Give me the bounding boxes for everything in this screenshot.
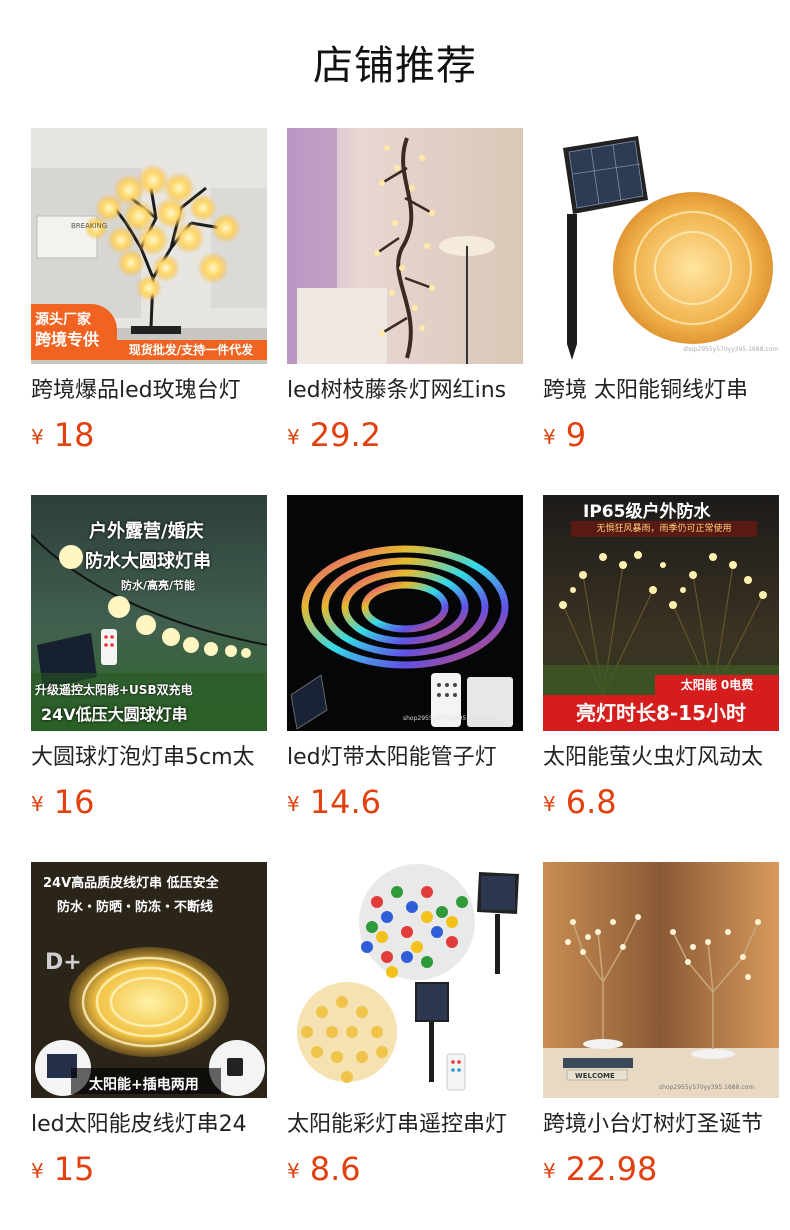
product-title[interactable]: 跨境 太阳能铜线灯串: [543, 374, 779, 408]
product-price: ¥14.6: [287, 783, 381, 821]
ip65-headline: IP65级户外防水: [583, 502, 711, 522]
product-price: ¥6.8: [543, 783, 617, 821]
currency-symbol: ¥: [543, 425, 556, 449]
product-title[interactable]: 跨境小台灯树灯圣诞节: [543, 1108, 779, 1142]
currency-symbol: ¥: [287, 1159, 300, 1183]
factory-badge: 源头厂家 跨境专供: [31, 304, 117, 360]
price-value: 14.6: [309, 783, 381, 821]
product-image-solar-copper-string[interactable]: shop2955y570yy395.1688.com: [543, 128, 779, 364]
promo-strip: 现货批发/支持一件代发: [115, 340, 267, 360]
product-title[interactable]: led树枝藤条灯网红ins: [287, 374, 523, 408]
solar-tag: 太阳能 0电费: [655, 675, 779, 695]
price-value: 8.6: [309, 1150, 361, 1188]
product-grid: 源头厂家 跨境专供 现货批发/支持一件代发 BREAKING 跨境爆品led玫瑰…: [31, 128, 779, 1229]
product-card[interactable]: led树枝藤条灯网红ins ¥29.2: [287, 128, 523, 495]
welcome-sign: WELCOME: [575, 1072, 615, 1080]
headline-2: 防水大圆球灯串: [85, 551, 211, 572]
product-card[interactable]: 太阳能彩灯串遥控串灯 ¥8.6: [287, 862, 523, 1229]
product-card[interactable]: WELCOME shop2955y570yy395.1688.com 跨境小台灯…: [543, 862, 779, 1229]
product-price: ¥29.2: [287, 416, 381, 454]
product-title[interactable]: led太阳能皮线灯串24: [31, 1108, 267, 1142]
product-price: ¥22.98: [543, 1150, 657, 1188]
product-image-rgb-tube-light[interactable]: shop2955y570yy395.1688.com: [287, 495, 523, 731]
product-card[interactable]: IP65级户外防水 无惧狂风暴雨，雨季仍可正常使用 太阳能 0电费 亮灯时长8-…: [543, 495, 779, 862]
product-card[interactable]: shop2955y570yy395.1688.com led灯带太阳能管子灯 ¥…: [287, 495, 523, 862]
product-card[interactable]: 源头厂家 跨境专供 现货批发/支持一件代发 BREAKING 跨境爆品led玫瑰…: [31, 128, 267, 495]
headline-1: 24V高品质皮线灯串 低压安全: [43, 876, 219, 891]
badge-bottom-text: 跨境专供: [35, 330, 100, 349]
product-price: ¥18: [31, 416, 94, 454]
product-title[interactable]: 跨境爆品led玫瑰台灯: [31, 374, 267, 408]
product-title[interactable]: 太阳能萤火虫灯风动太: [543, 741, 779, 775]
watermark: shop2955y570yy395.1688.com: [659, 1084, 755, 1091]
product-image-firefly-lights[interactable]: IP65级户外防水 无惧狂风暴雨，雨季仍可正常使用 太阳能 0电费 亮灯时长8-…: [543, 495, 779, 731]
currency-symbol: ¥: [543, 792, 556, 816]
product-image-solar-wire-string[interactable]: 24V高品质皮线灯串 低压安全 防水・防晒・防冻・不断线 D+ 太阳能+插电两用: [31, 862, 267, 1098]
product-price: ¥8.6: [287, 1150, 361, 1188]
badge-top-text: 源头厂家: [35, 312, 91, 328]
product-price: ¥9: [543, 416, 586, 454]
runtime-banner: 亮灯时长8-15小时: [543, 695, 779, 731]
product-title[interactable]: led灯带太阳能管子灯: [287, 741, 523, 775]
product-title[interactable]: 太阳能彩灯串遥控串灯: [287, 1108, 523, 1142]
product-image-tree-lamp[interactable]: WELCOME shop2955y570yy395.1688.com: [543, 862, 779, 1098]
watermark: shop2955y570yy395.1688.com: [403, 715, 499, 722]
product-card[interactable]: shop2955y570yy395.1688.com 跨境 太阳能铜线灯串 ¥9: [543, 128, 779, 495]
price-value: 15: [53, 1150, 95, 1188]
headline-3: 防水/高亮/节能: [121, 579, 196, 592]
background-sign: D+: [45, 950, 82, 975]
currency-symbol: ¥: [543, 1159, 556, 1183]
page-title: 店铺推荐: [313, 43, 477, 89]
currency-symbol: ¥: [31, 1159, 44, 1183]
product-card[interactable]: 24V高品质皮线灯串 低压安全 防水・防晒・防冻・不断线 D+ 太阳能+插电两用…: [31, 862, 267, 1229]
price-value: 9: [565, 416, 587, 454]
dual-power-label: 太阳能+插电两用: [89, 1077, 199, 1093]
watermark: shop2955y570yy395.1688.com: [683, 346, 779, 353]
product-image-colorful-solar-string[interactable]: [287, 862, 523, 1098]
product-price: ¥15: [31, 1150, 94, 1188]
currency-symbol: ¥: [287, 425, 300, 449]
headline-2: 防水・防晒・防冻・不断线: [57, 900, 214, 915]
ip65-subline: 无惧狂风暴雨，雨季仍可正常使用: [571, 521, 757, 537]
currency-symbol: ¥: [31, 425, 44, 449]
price-value: 18: [53, 416, 95, 454]
price-value: 6.8: [565, 783, 617, 821]
headline-4: 升级遥控太阳能+USB双充电: [35, 683, 193, 697]
price-value: 22.98: [565, 1150, 658, 1188]
price-value: 29.2: [309, 416, 381, 454]
product-image-rose-tree-lamp[interactable]: 源头厂家 跨境专供 现货批发/支持一件代发 BREAKING: [31, 128, 267, 364]
product-image-globe-bulb-string[interactable]: 户外露营/婚庆 防水大圆球灯串 防水/高亮/节能 升级遥控太阳能+USB双充电 …: [31, 495, 267, 731]
background-sign: BREAKING: [71, 222, 108, 230]
product-card[interactable]: 户外露营/婚庆 防水大圆球灯串 防水/高亮/节能 升级遥控太阳能+USB双充电 …: [31, 495, 267, 862]
currency-symbol: ¥: [31, 792, 44, 816]
price-value: 16: [53, 783, 95, 821]
product-price: ¥16: [31, 783, 94, 821]
currency-symbol: ¥: [287, 792, 300, 816]
product-image-vine-lights[interactable]: [287, 128, 523, 364]
headline-1: 户外露营/婚庆: [89, 521, 204, 542]
headline-5: 24V低压大圆球灯串: [41, 705, 188, 724]
product-title[interactable]: 大圆球灯泡灯串5cm太: [31, 741, 267, 775]
